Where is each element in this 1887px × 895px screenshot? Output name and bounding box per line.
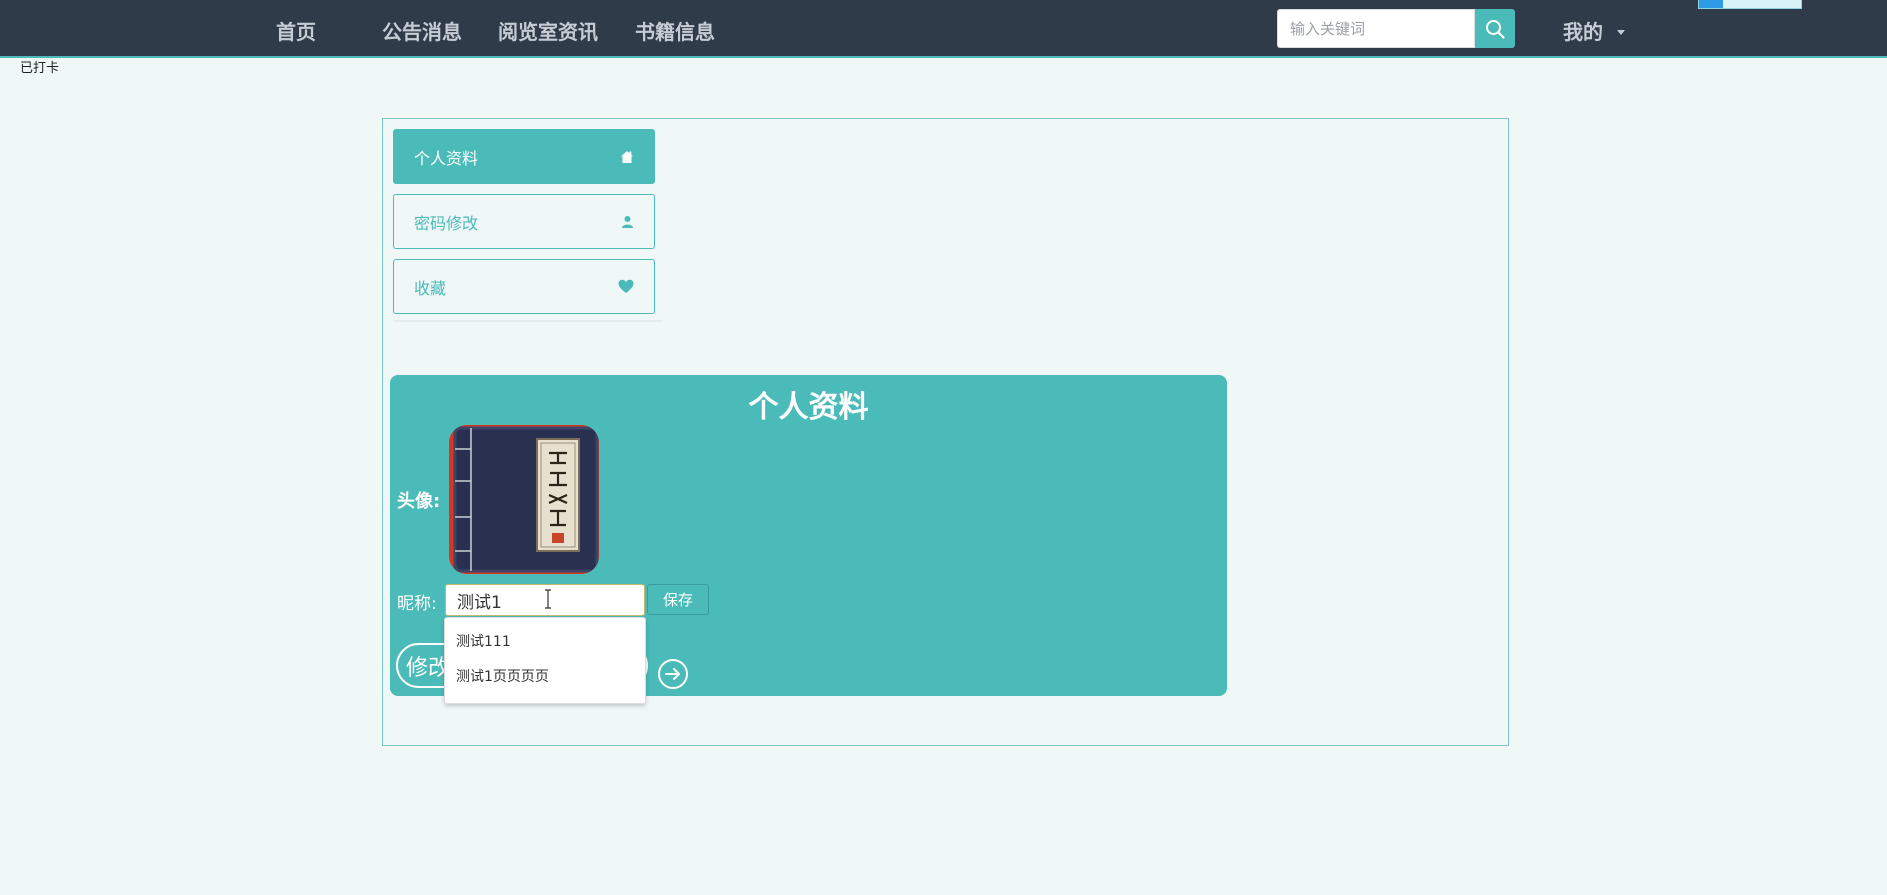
avatar[interactable] — [449, 425, 599, 574]
floating-widget[interactable] — [1698, 0, 1802, 9]
my-account-label: 我的 — [1563, 20, 1603, 44]
nav-book-info[interactable]: 书籍信息 — [635, 16, 715, 45]
autocomplete-option[interactable]: 测试1页页页页 — [456, 666, 549, 686]
sidebar-item-label: 收藏 — [414, 278, 447, 298]
nav-reading-room-news[interactable]: 阅览室资讯 — [498, 16, 598, 45]
autocomplete-option[interactable]: 测试111 — [456, 631, 511, 651]
sidebar-item-label: 个人资料 — [414, 148, 479, 168]
arrow-right-icon[interactable] — [657, 658, 689, 690]
search-icon — [1486, 19, 1505, 39]
autocomplete-dropdown: 测试111 测试1页页页页 — [444, 617, 646, 704]
save-button[interactable]: 保存 — [647, 584, 709, 615]
sidebar-item-label: 密码修改 — [414, 213, 479, 233]
widget-logo-icon — [1699, 0, 1723, 8]
sidebar-item-password[interactable]: 密码修改 — [393, 194, 655, 249]
avatar-label: 头像: — [397, 491, 441, 512]
top-navbar: 首页 公告消息 阅览室资讯 书籍信息 我的 — [0, 0, 1887, 58]
sidebar-item-favorites[interactable]: 收藏 — [393, 259, 655, 314]
user-icon — [622, 216, 633, 228]
search-input[interactable] — [1277, 9, 1475, 48]
my-account-dropdown[interactable]: 我的 — [1563, 16, 1625, 45]
book-cover-image — [449, 425, 599, 574]
sidebar-divider — [393, 320, 663, 322]
text-cursor-icon — [545, 589, 551, 609]
home-icon — [621, 150, 633, 163]
heart-icon — [618, 279, 634, 293]
nav-home[interactable]: 首页 — [276, 16, 316, 45]
checkin-status-text: 已打卡 — [20, 61, 60, 76]
chevron-down-icon — [1617, 29, 1625, 35]
search-button[interactable] — [1475, 9, 1515, 48]
nav-announcements[interactable]: 公告消息 — [382, 16, 462, 45]
sidebar-item-profile[interactable]: 个人资料 — [393, 129, 655, 184]
nickname-label: 昵称: — [397, 594, 437, 614]
page-title: 个人资料 — [748, 390, 869, 425]
